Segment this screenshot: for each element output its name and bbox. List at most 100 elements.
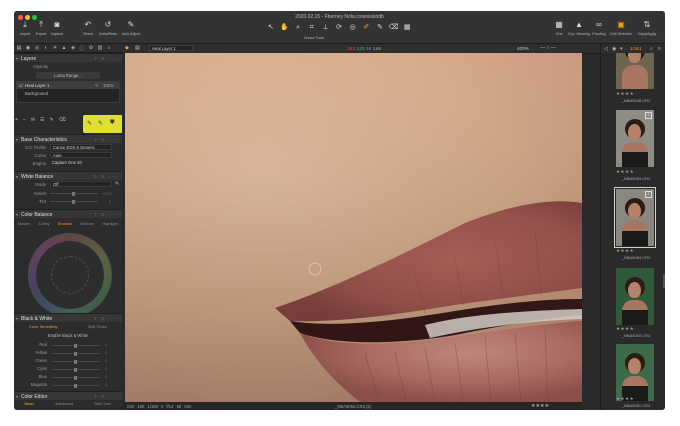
color-balance-header[interactable]: ▾ Color Balance ? ≡ ··· (14, 209, 122, 218)
thumbnail-rating[interactable]: ★★★★· (616, 91, 656, 97)
filter-icon[interactable]: ▾ (620, 46, 623, 52)
panel-options-icon[interactable]: ? ≡ ··· (94, 56, 119, 61)
tab-split-tones[interactable]: Split Tones (88, 324, 108, 331)
thumbnail[interactable] (616, 53, 654, 89)
clone-brush-icon[interactable]: ✎ (98, 120, 103, 127)
copy-apply-button[interactable]: ⇅ Copy/Apply (636, 21, 658, 37)
local-adjustments-tab-icon[interactable]: ▲ (61, 45, 67, 51)
layers-header[interactable]: ▾ Layers ? ≡ ··· (14, 53, 122, 62)
color-editor-header[interactable]: ▾ Color Editor ? ≡ ··· (14, 391, 122, 400)
heal-brush-icon[interactable]: ✎ (87, 120, 92, 127)
stamp-icon[interactable]: ⛊ (110, 120, 115, 127)
tab-3-way[interactable]: 3-Way (38, 221, 49, 228)
tab-highlight[interactable]: Highlight (102, 221, 118, 228)
eraser-icon[interactable]: ⌫ (59, 117, 66, 123)
filmstrip-scrollbar[interactable] (663, 274, 665, 288)
thumbnail-rating[interactable]: ★★★★· (616, 326, 656, 332)
search-icon[interactable]: ⌕ (650, 46, 653, 52)
crop-tool-icon[interactable]: ⌗ (305, 23, 319, 33)
details-tab-icon[interactable]: ◈ (70, 45, 76, 51)
zoom-level[interactable]: 400% (517, 46, 529, 51)
bw-blue-slider[interactable] (52, 375, 100, 380)
thumbnail[interactable] (616, 268, 654, 325)
zoom-tool-icon[interactable]: ⌕ (291, 23, 305, 33)
image-viewer[interactable] (125, 53, 582, 402)
bw-blue-value[interactable]: 0 (105, 374, 107, 379)
gradient-tool-icon[interactable]: ▦ (400, 23, 414, 33)
panel-options-icon[interactable]: ? ≡ ··· (94, 316, 119, 321)
black-white-header[interactable]: ▾ Black & White ? ≡ ··· (14, 313, 122, 322)
bw-magenta-value[interactable]: 0 (105, 382, 107, 387)
white-balance-header[interactable]: ▾ White Balance ? ≡ ··· (14, 171, 122, 180)
enable-bw-checkbox[interactable]: Enable Black & White (14, 333, 122, 338)
reset-button[interactable]: ↶ Reset (77, 21, 99, 37)
panel-options-icon[interactable]: ? ≡ ··· (94, 137, 119, 142)
curve-select[interactable]: Auto (50, 152, 112, 158)
add-layer-icon[interactable]: + (15, 117, 18, 123)
bw-yellow-value[interactable]: 0 (105, 350, 107, 355)
metadata-tab-icon[interactable]: ⓘ (79, 45, 85, 52)
bw-red-value[interactable]: 0 (105, 342, 107, 347)
color-wheel[interactable] (28, 233, 112, 317)
tint-value[interactable]: 0 (109, 199, 111, 204)
thumbnail-rating[interactable]: ★★★★· (616, 396, 656, 402)
grid-button[interactable]: ▦ Grid (548, 21, 570, 37)
capture-tab-icon[interactable]: ◉ (25, 45, 31, 51)
color-tab-icon[interactable]: ◐ (43, 45, 49, 51)
bw-cyan-slider[interactable] (52, 367, 100, 372)
sort-icon[interactable]: ≡ (658, 46, 661, 52)
layers-icon[interactable]: ▤ (135, 45, 140, 51)
keystone-tool-icon[interactable]: ⟂ (319, 23, 333, 33)
library-tab-icon[interactable]: ▤ (16, 45, 22, 51)
panel-options-icon[interactable]: ? ≡ ··· (94, 212, 119, 217)
picker-icon[interactable]: ✎ (115, 181, 119, 187)
layer-row[interactable]: ☑ Heal Layer 1 ✎ 100% (17, 82, 119, 89)
checkbox-icon[interactable]: ☑ (19, 83, 23, 88)
undo-redo-button[interactable]: ↺ Undo/Redo (97, 21, 119, 37)
back-icon[interactable]: ◁ (604, 46, 608, 52)
viewer-rating[interactable]: ★★★★· (531, 403, 551, 409)
tint-slider[interactable] (50, 199, 98, 204)
bw-cyan-value[interactable]: 0 (105, 366, 107, 371)
tab-skin-tone[interactable]: Skin Tone (94, 401, 112, 408)
pen-icon[interactable]: ✎ (50, 117, 54, 123)
bw-yellow-slider[interactable] (52, 351, 100, 356)
bw-magenta-slider[interactable] (52, 383, 100, 388)
tab-advanced[interactable]: Advanced (55, 401, 73, 408)
panel-options-icon[interactable]: ? ≡ ··· (94, 394, 119, 399)
tab-basic[interactable]: Basic (24, 401, 34, 408)
proofing-button[interactable]: ∞ Proofing (588, 21, 610, 37)
pan-tool-icon[interactable]: ↖ (264, 23, 278, 33)
batch-tab-icon[interactable]: ▥ (97, 45, 103, 51)
luma-range-button[interactable]: Luma Range... (36, 72, 100, 79)
bw-green-value[interactable]: 0 (105, 358, 107, 363)
auto-adjust-button[interactable]: ✎ Auto Adjust (120, 21, 142, 37)
layer-select[interactable]: Heal Layer 1 (149, 45, 193, 51)
brush-tool-icon[interactable]: ✎ (373, 23, 387, 33)
thumbnail-rating[interactable]: ★★★★· (616, 169, 656, 175)
kelvin-value[interactable]: 6000 (103, 191, 112, 196)
base-characteristics-header[interactable]: ▾ Base Characteristics ? ≡ ··· (14, 134, 122, 143)
wb-mode-select[interactable]: Off (50, 181, 112, 187)
tab-color-sensitivity[interactable]: Color Sensitivity (29, 324, 58, 331)
remove-layer-icon[interactable]: − (23, 117, 26, 123)
eraser-tool-icon[interactable]: ⌫ (387, 23, 401, 33)
search-icon[interactable]: ⌕ (106, 45, 112, 51)
thumbnail-rating[interactable]: ★★★★· (616, 248, 656, 254)
icc-profile-select[interactable]: Canon EOS 5 Generic (50, 144, 112, 150)
view-icon[interactable]: ◉ (612, 46, 616, 52)
exposure-warning-button[interactable]: ▲ Exp. Warning (568, 21, 590, 37)
layer-row[interactable]: Background (17, 90, 119, 97)
bw-red-slider[interactable] (52, 343, 100, 348)
heal-brush-tool-icon[interactable]: ✐ (359, 23, 373, 33)
thumbnail[interactable]: 1 (616, 110, 654, 167)
mask-icon[interactable]: ✉ (31, 117, 35, 123)
thumbnail-selected[interactable]: 2 (614, 187, 656, 248)
thumbnail[interactable] (616, 344, 654, 401)
lens-tab-icon[interactable]: ◎ (34, 45, 40, 51)
capture-button[interactable]: ◙ Capture (46, 21, 68, 37)
exposure-tab-icon[interactable]: ☀ (52, 45, 58, 51)
spot-tool-icon[interactable]: ◎ (346, 23, 360, 33)
tab-midtone[interactable]: Midtone (80, 221, 94, 228)
bw-green-slider[interactable] (52, 359, 100, 364)
